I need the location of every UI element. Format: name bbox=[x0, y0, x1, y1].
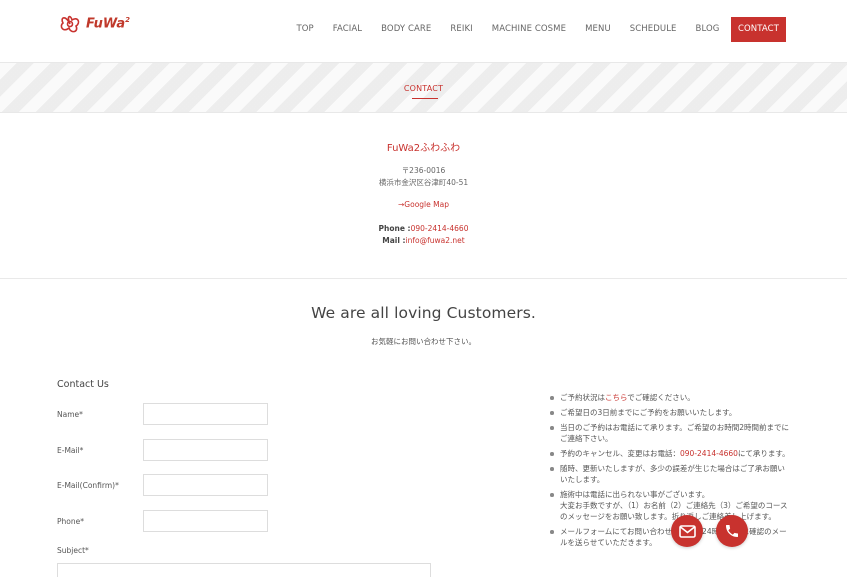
main-nav: TOP FACIAL BODY CARE REIKI MACHINE COSME… bbox=[287, 17, 786, 42]
nav-body-care[interactable]: BODY CARE bbox=[372, 17, 441, 42]
mail-link[interactable]: info@fuwa2.net bbox=[406, 236, 465, 245]
phone-button[interactable] bbox=[716, 515, 748, 547]
site-header: FuWa2 TOP FACIAL BODY CARE REIKI MACHINE… bbox=[0, 0, 847, 62]
shop-name: FuWa2ふわふわ bbox=[386, 143, 461, 154]
nav-facial[interactable]: FACIAL bbox=[323, 17, 371, 42]
nav-blog[interactable]: BLOG bbox=[686, 17, 729, 42]
name-field[interactable] bbox=[143, 403, 268, 425]
section-divider bbox=[0, 278, 847, 279]
schedule-link[interactable]: こちら bbox=[605, 393, 627, 402]
email-confirm-field[interactable] bbox=[143, 474, 268, 496]
name-label: Name* bbox=[57, 410, 83, 419]
site-logo[interactable]: FuWa2 bbox=[57, 12, 130, 36]
page-banner: CONTACT bbox=[0, 62, 847, 113]
list-item: ご予約状況はこちらでご確認ください。 bbox=[549, 392, 792, 403]
nav-contact[interactable]: CONTACT bbox=[730, 17, 786, 42]
list-item: 随時、更新いたしますが、多少の誤差が生じた場合はご了承お願いいたします。 bbox=[549, 463, 792, 485]
phone-label-field: Phone* bbox=[57, 517, 84, 526]
mail-icon bbox=[678, 524, 696, 538]
list-item: 予約のキャンセル、変更はお電話：090-2414-4660にて承ります。 bbox=[549, 448, 792, 459]
page-title: CONTACT bbox=[403, 84, 444, 93]
google-map-link[interactable]: →Google Map bbox=[0, 200, 847, 209]
mail-label: Mail : bbox=[382, 236, 406, 245]
flower-logo-icon bbox=[60, 15, 80, 33]
section-subline: お気軽にお問い合わせ下さい。 bbox=[371, 337, 476, 346]
email-label: E-Mail* bbox=[57, 446, 84, 455]
list-item: ご希望日の3日前までにご予約をお願いいたします。 bbox=[549, 407, 792, 418]
subject-label: Subject* bbox=[57, 546, 89, 555]
nav-machine-cosme[interactable]: MACHINE COSME bbox=[482, 17, 575, 42]
mail-button[interactable] bbox=[671, 515, 703, 547]
section-headline: We are all loving Customers. bbox=[311, 304, 536, 322]
phone-icon bbox=[726, 525, 738, 537]
nav-menu[interactable]: MENU bbox=[576, 17, 621, 42]
shop-mail: Mail :info@fuwa2.net bbox=[0, 236, 847, 245]
phone-label: Phone : bbox=[378, 224, 411, 233]
shop-address: 横浜市金沢区谷津町40-51 bbox=[378, 178, 469, 187]
nav-top[interactable]: TOP bbox=[287, 17, 323, 42]
phone-field[interactable] bbox=[143, 510, 268, 532]
email-confirm-label: E-Mail(Confirm)* bbox=[57, 481, 119, 490]
phone-link[interactable]: 090-2414-4660 bbox=[411, 224, 469, 233]
list-item: 当日のご予約はお電話にて承ります。ご希望のお時間2時間前までにご連絡下さい。 bbox=[549, 422, 792, 444]
shop-phone: Phone :090-2414-4660 bbox=[0, 224, 847, 233]
list-item: 施術中は電話に出られない事がございます。 大変お手数ですが、（1）お名前（2）ご連… bbox=[549, 489, 792, 522]
shop-postal-code: 〒236-0016 bbox=[401, 166, 446, 175]
logo-text: FuWa2 bbox=[86, 16, 130, 32]
subject-field[interactable] bbox=[57, 563, 431, 577]
title-underline bbox=[412, 98, 438, 99]
email-field[interactable] bbox=[143, 439, 268, 461]
nav-reiki[interactable]: REIKI bbox=[441, 17, 482, 42]
notes-phone-link[interactable]: 090-2414-4660 bbox=[680, 449, 738, 458]
contact-form-title: Contact Us bbox=[57, 379, 109, 390]
nav-schedule[interactable]: SCHEDULE bbox=[620, 17, 686, 42]
